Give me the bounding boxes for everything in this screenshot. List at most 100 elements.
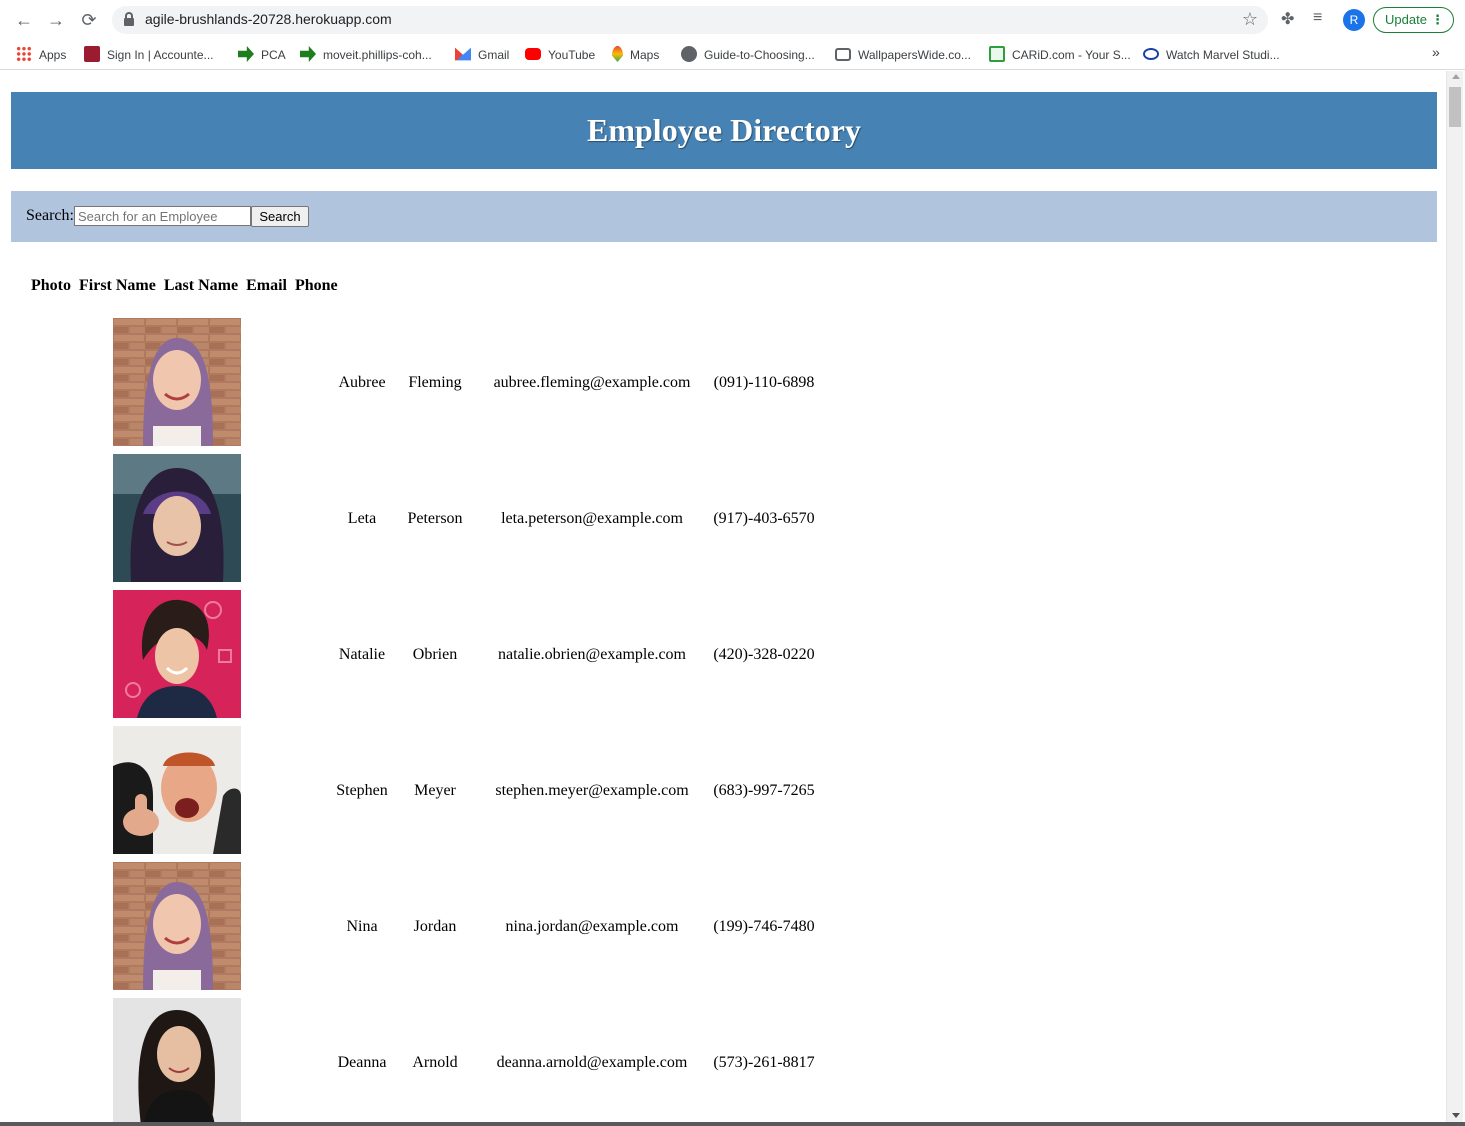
profile-avatar[interactable]: R [1343,9,1365,31]
gmail-icon [455,47,471,61]
table-row: Deanna Arnold deanna.arnold@example.com … [0,998,900,1122]
bookmark-label: Maps [630,48,660,62]
carid-icon [989,46,1005,62]
employee-photo [113,862,241,990]
search-input[interactable] [74,206,251,226]
table-row: Natalie Obrien natalie.obrien@example.co… [0,590,900,718]
bookmark-label: Gmail [478,48,510,62]
bookmark-pca[interactable]: PCA [238,45,286,65]
last-name-cell: Arnold [412,1054,458,1071]
first-name-cell: Aubree [338,374,386,391]
bookmark-label: Sign In | Accounte... [107,48,214,62]
menu-dots-icon: ⋮ [1431,12,1444,27]
vertical-scrollbar[interactable] [1446,71,1463,1122]
green-arrow-icon [300,46,316,62]
forward-arrow-icon[interactable]: → [44,8,68,32]
table-row: Leta Peterson leta.peterson@example.com … [0,454,900,582]
more-bookmarks-icon[interactable]: » [1432,44,1440,60]
search-button[interactable]: Search [251,206,309,227]
bookmark-moveit[interactable]: moveit.phillips-coh... [300,45,432,65]
phone-cell: (683)-997-7265 [713,782,815,799]
phone-cell: (091)-110-6898 [713,374,815,391]
last-name-cell: Fleming [408,374,462,391]
employee-photo [113,590,241,718]
employee-photo [113,454,241,582]
last-name-cell: Peterson [407,510,463,527]
window-bottom-edge [0,1122,1465,1126]
email-cell: stephen.meyer@example.com [495,782,689,799]
bookmark-sign-in[interactable]: Sign In | Accounte... [84,45,214,65]
last-name-cell: Meyer [414,782,456,799]
bookmark-label: YouTube [548,48,596,62]
employee-photo [113,998,241,1122]
address-bar[interactable]: agile-brushlands-20728.herokuapp.com ☆ [112,6,1268,34]
bookmark-marvel[interactable]: Watch Marvel Studi... [1143,45,1280,65]
first-name-cell: Nina [346,918,378,935]
update-button-label: Update [1385,12,1427,27]
page-header: Employee Directory [11,92,1437,169]
bookmark-label: PCA [261,48,286,62]
bookmark-apps[interactable]: Apps [16,45,66,65]
reload-icon[interactable]: ⟳ [77,8,101,32]
maps-pin-icon [612,46,623,62]
column-header-last-name[interactable]: Last Name [164,277,238,294]
bookmark-maps[interactable]: Maps [612,45,659,65]
table-row: Stephen Meyer stephen.meyer@example.com … [0,726,900,854]
green-arrow-icon [238,46,254,62]
bookmark-wallpapers[interactable]: WallpapersWide.co... [835,45,971,65]
first-name-cell: Stephen [336,782,388,799]
scrollbar-thumb[interactable] [1449,87,1461,127]
bookmark-guide[interactable]: Guide-to-Choosing... [681,45,815,65]
address-url[interactable]: agile-brushlands-20728.herokuapp.com [145,11,392,27]
bookmark-label: moveit.phillips-coh... [323,48,432,62]
table-row: Aubree Fleming aubree.fleming@example.co… [0,318,900,446]
scroll-up-icon[interactable] [1452,74,1460,79]
employee-photo [113,726,241,854]
column-header-email[interactable]: Email [246,277,287,294]
extensions-puzzle-icon[interactable]: ✤ [1281,9,1294,29]
first-name-cell: Leta [347,510,377,527]
rh-logo-icon [84,46,100,62]
column-header-photo[interactable]: Photo [31,277,71,294]
globe-icon [681,46,697,62]
bookmark-label: CARiD.com - Your S... [1012,48,1131,62]
email-cell: deanna.arnold@example.com [496,1054,688,1071]
column-header-first-name[interactable]: First Name [79,277,156,294]
bookmark-label: WallpapersWide.co... [858,48,971,62]
reading-list-icon[interactable]: ≡ [1313,9,1322,27]
bookmark-label: Watch Marvel Studi... [1166,48,1280,62]
page-title: Employee Directory [587,112,861,148]
phone-cell: (420)-328-0220 [713,646,815,663]
scroll-down-icon[interactable] [1452,1113,1460,1118]
lock-icon[interactable] [124,12,134,26]
last-name-cell: Jordan [413,918,457,935]
apps-grid-icon [16,46,32,62]
email-cell: leta.peterson@example.com [501,510,683,527]
bookmark-gmail[interactable]: Gmail [455,45,509,65]
disney-plus-icon [1143,48,1159,60]
email-cell: natalie.obrien@example.com [498,646,686,663]
employee-photo [113,318,241,446]
first-name-cell: Deanna [337,1054,387,1071]
bookmark-carid[interactable]: CARiD.com - Your S... [989,45,1131,65]
phone-cell: (917)-403-6570 [713,510,815,527]
bookmark-star-icon[interactable]: ☆ [1242,9,1258,30]
bookmarks-bar: Apps Sign In | Accounte... PCA moveit.ph… [0,40,1465,70]
email-cell: aubree.fleming@example.com [493,374,691,391]
search-bar: Search: Search [11,191,1437,242]
column-header-phone[interactable]: Phone [295,277,338,294]
browser-toolbar: ← → ⟳ agile-brushlands-20728.herokuapp.c… [0,0,1465,40]
bookmark-youtube[interactable]: YouTube [525,45,595,65]
update-button[interactable]: Update ⋮ [1373,7,1454,33]
email-cell: nina.jordan@example.com [505,918,679,935]
youtube-icon [525,48,541,60]
bookmark-label: Guide-to-Choosing... [704,48,815,62]
table-header: Photo First Name Last Name Email Phone [31,277,342,295]
phone-cell: (573)-261-8817 [713,1054,815,1071]
table-row: Nina Jordan nina.jordan@example.com (199… [0,862,900,990]
search-label: Search: [26,207,74,224]
bookmark-label: Apps [39,48,67,62]
phone-cell: (199)-746-7480 [713,918,815,935]
back-arrow-icon[interactable]: ← [12,8,36,32]
page-viewport: Employee Directory Search: Search Photo … [0,71,1446,1122]
